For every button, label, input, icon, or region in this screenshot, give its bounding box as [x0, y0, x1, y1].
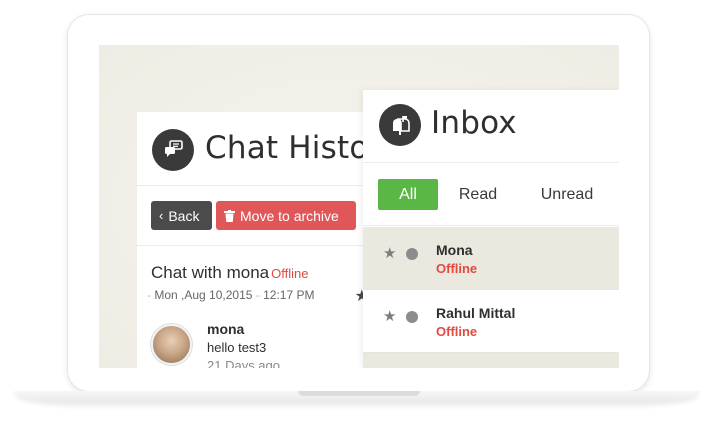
chat-history-title: Chat Histo	[205, 130, 369, 166]
back-button-label: Back	[168, 207, 200, 224]
chat-bubbles-icon	[152, 129, 194, 171]
chat-message: mona hello test3 21 Days ago	[151, 316, 371, 368]
star-icon[interactable]: ★	[383, 244, 396, 262]
chat-toolbar: ‹ Back Move to archive	[137, 186, 376, 246]
inbox-tabs: All Read Unread	[363, 163, 619, 226]
chevron-left-icon: ‹	[159, 208, 164, 223]
contact-name: Rahul Mittal	[436, 305, 516, 321]
message-text: hello test3	[207, 340, 267, 355]
chat-history-panel: Chat Histo ‹ Back Move to archive Chat w…	[137, 112, 377, 368]
tab-all[interactable]: All	[378, 179, 438, 210]
contact-status: Offline	[436, 324, 478, 339]
presence-dot-icon	[406, 311, 418, 323]
chat-time: 12:17 PM	[263, 288, 315, 302]
inbox-panel: Inbox All Read Unread ★ Mona Offline ★ R…	[363, 90, 619, 368]
chat-with-heading: Chat with mona Offline	[151, 263, 308, 283]
message-timestamp: 21 Days ago	[207, 358, 280, 368]
laptop-notch	[298, 391, 420, 396]
inbox-header: Inbox	[363, 90, 619, 163]
inbox-row-rahul-mittal[interactable]: ★ Rahul Mittal Offline	[363, 290, 619, 353]
move-to-archive-button[interactable]: Move to archive	[216, 201, 356, 230]
contact-name: Mona	[436, 242, 473, 258]
inbox-title: Inbox	[431, 105, 517, 141]
mailbox-icon	[379, 104, 421, 146]
avatar	[151, 324, 192, 365]
divider-dash: -	[147, 288, 151, 302]
chat-date-row: - Mon ,Aug 10,2015 - 12:17 PM ★	[147, 288, 369, 305]
chat-with-label: Chat with mona	[151, 263, 270, 282]
chat-history-header: Chat Histo	[137, 112, 376, 186]
message-sender: mona	[207, 321, 245, 337]
star-icon[interactable]: ★	[383, 307, 396, 325]
chat-date: Mon ,Aug 10,2015	[154, 288, 253, 302]
back-button[interactable]: ‹ Back	[151, 201, 212, 230]
laptop-screen: Chat Histo ‹ Back Move to archive Chat w…	[99, 45, 619, 368]
inbox-row-mona[interactable]: ★ Mona Offline	[363, 227, 619, 290]
presence-dot-icon	[406, 248, 418, 260]
inbox-row-partial[interactable]	[363, 353, 619, 368]
tab-unread[interactable]: Unread	[529, 179, 605, 210]
chat-status: Offline	[271, 266, 309, 281]
move-to-archive-label: Move to archive	[240, 207, 339, 224]
divider-dash: -	[255, 288, 260, 302]
trash-icon	[224, 209, 235, 222]
contact-status: Offline	[436, 261, 478, 276]
tab-read[interactable]: Read	[449, 179, 507, 210]
